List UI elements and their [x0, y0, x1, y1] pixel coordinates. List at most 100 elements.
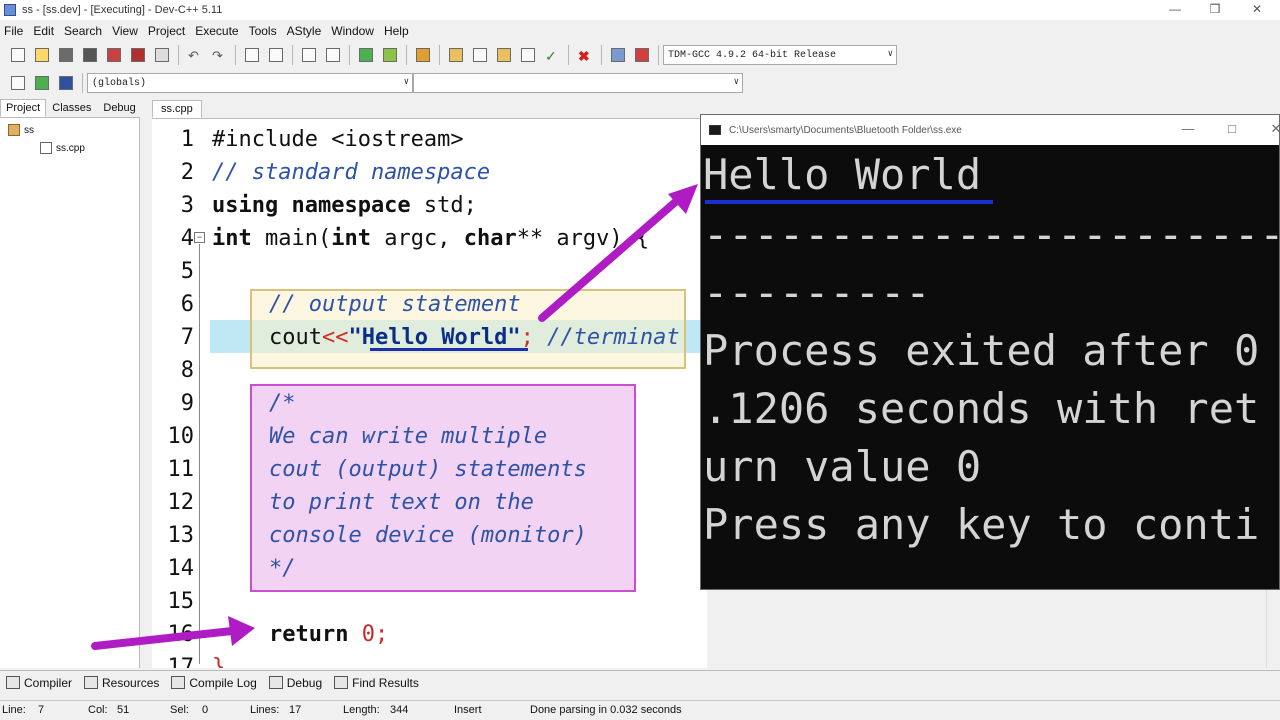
- editor-tabs: ss.cpp: [152, 98, 712, 118]
- check-syntax-icon[interactable]: ✓: [542, 45, 562, 65]
- profile-icon[interactable]: [608, 45, 628, 65]
- goto-icon[interactable]: [356, 45, 376, 65]
- scope-select[interactable]: (globals) ∨: [87, 73, 413, 93]
- code-line-1: #include <iostream>: [212, 127, 464, 152]
- bookmark-icon[interactable]: [380, 45, 400, 65]
- tab-ss-cpp[interactable]: ss.cpp: [152, 100, 202, 118]
- status-col-label: Col:: [88, 704, 108, 716]
- line-number: 1: [180, 127, 194, 152]
- status-lines-label: Lines:: [250, 704, 280, 716]
- debug-icon[interactable]: [632, 45, 652, 65]
- menu-execute[interactable]: Execute: [190, 24, 243, 38]
- chevron-down-icon: ∨: [733, 77, 739, 87]
- compile-icon[interactable]: [446, 45, 466, 65]
- insert-icon[interactable]: [8, 73, 28, 93]
- redo-icon[interactable]: ↷: [209, 45, 229, 65]
- tree-project-node[interactable]: ss: [8, 124, 34, 136]
- title-bar: ss - [ss.dev] - [Executing] - Dev-C++ 5.…: [0, 0, 1280, 20]
- main-toolbar: ↶ ↷ ✓ ✖ TDM-GCC 4.9.2 64-bit Release ∨: [0, 42, 1280, 68]
- menu-bar: File Edit Search View Project Execute To…: [0, 22, 1280, 40]
- console-window[interactable]: C:\Users\smarty\Documents\Bluetooth Fold…: [700, 114, 1280, 590]
- save-icon[interactable]: [56, 45, 76, 65]
- console-output-line: ---------: [703, 268, 931, 317]
- line-number: 9: [180, 391, 194, 416]
- tree-project-label: ss: [24, 124, 34, 136]
- status-length-label: Length:: [343, 704, 380, 716]
- code-line-2: // standard namespace: [212, 160, 491, 185]
- toggle-bookmark-icon[interactable]: [32, 73, 52, 93]
- menu-search[interactable]: Search: [59, 24, 107, 38]
- close-button[interactable]: ✕: [1242, 0, 1272, 20]
- class-browser-icon[interactable]: [413, 45, 433, 65]
- file-icon: [40, 142, 52, 154]
- console-title: C:\Users\smarty\Documents\Bluetooth Fold…: [729, 124, 962, 136]
- minimize-button[interactable]: —: [1160, 0, 1190, 20]
- close-all-icon[interactable]: [128, 45, 148, 65]
- status-mode: Insert: [454, 704, 482, 716]
- line-number: 8: [180, 358, 194, 383]
- console-close-button[interactable]: ✕: [1261, 119, 1279, 139]
- console-output-line: Press any key to conti: [703, 500, 1260, 549]
- line-number: 11: [167, 457, 195, 482]
- line-number: 3: [180, 193, 194, 218]
- unindent-icon[interactable]: [323, 45, 343, 65]
- menu-project[interactable]: Project: [143, 24, 190, 38]
- menu-astyle[interactable]: AStyle: [282, 24, 327, 38]
- menu-edit[interactable]: Edit: [28, 24, 59, 38]
- code-editor[interactable]: 1 2 3 4 5 6 7 8 9 10 11 12 13 14 15 16 1…: [152, 118, 707, 668]
- line-number: 15: [167, 589, 195, 614]
- dev-cpp-window: ss - [ss.dev] - [Executing] - Dev-C++ 5.…: [0, 0, 1280, 720]
- menu-window[interactable]: Window: [326, 24, 379, 38]
- rebuild-icon[interactable]: [518, 45, 538, 65]
- print-icon[interactable]: [152, 45, 172, 65]
- tab-debug[interactable]: Debug: [263, 676, 328, 690]
- line-number-gutter: 1 2 3 4 5 6 7 8 9 10 11 12 13 14 15 16 1…: [152, 119, 194, 668]
- tab-debug[interactable]: Debug: [97, 99, 141, 117]
- line-number: 7: [180, 325, 194, 350]
- open-file-icon[interactable]: [32, 45, 52, 65]
- console-output-line: urn value 0: [703, 442, 982, 491]
- fold-toggle-icon[interactable]: −: [194, 232, 205, 243]
- tab-compile-log[interactable]: Compile Log: [165, 676, 262, 690]
- code-line-4: int main(int argc, char** argv) {: [212, 226, 650, 251]
- goto-bookmark-icon[interactable]: [56, 73, 76, 93]
- tab-project[interactable]: Project: [0, 99, 47, 117]
- code-line-14: */: [269, 556, 296, 581]
- tree-file-node[interactable]: ss.cpp: [40, 142, 85, 154]
- menu-tools[interactable]: Tools: [244, 24, 282, 38]
- undo-icon[interactable]: ↶: [185, 45, 205, 65]
- save-all-icon[interactable]: [80, 45, 100, 65]
- chevron-down-icon: ∨: [887, 49, 893, 59]
- console-minimize-button[interactable]: —: [1173, 119, 1203, 139]
- new-file-icon[interactable]: [8, 45, 28, 65]
- function-select[interactable]: ∨: [413, 73, 743, 93]
- compile-run-icon[interactable]: [494, 45, 514, 65]
- code-line-10: We can write multiple: [269, 424, 548, 449]
- tab-compiler[interactable]: Compiler: [0, 676, 78, 690]
- status-sel: 0: [202, 704, 209, 716]
- tree-file-label: ss.cpp: [56, 142, 85, 154]
- project-icon: [8, 124, 20, 136]
- restore-button[interactable]: ❒: [1200, 0, 1230, 20]
- tab-resources[interactable]: Resources: [78, 676, 165, 690]
- tab-classes[interactable]: Classes: [46, 99, 97, 117]
- editor-scrollbar[interactable]: [1266, 590, 1280, 668]
- close-file-icon[interactable]: [104, 45, 124, 65]
- stop-icon[interactable]: ✖: [575, 45, 595, 65]
- menu-help[interactable]: Help: [379, 24, 414, 38]
- compiler-select[interactable]: TDM-GCC 4.9.2 64-bit Release ∨: [663, 45, 897, 65]
- line-number: 12: [167, 490, 195, 515]
- line-number: 5: [180, 259, 194, 284]
- indent-icon[interactable]: [299, 45, 319, 65]
- code-line-6: // output statement: [269, 292, 521, 317]
- find-icon[interactable]: [242, 45, 262, 65]
- menu-file[interactable]: File: [0, 24, 28, 38]
- replace-icon[interactable]: [266, 45, 286, 65]
- compiler-select-value: TDM-GCC 4.9.2 64-bit Release: [668, 49, 837, 61]
- line-number: 17: [167, 655, 195, 668]
- menu-view[interactable]: View: [107, 24, 143, 38]
- tab-find-results[interactable]: Find Results: [328, 676, 425, 690]
- run-icon[interactable]: [470, 45, 490, 65]
- fold-guide: [199, 244, 200, 664]
- console-maximize-button[interactable]: □: [1217, 119, 1247, 139]
